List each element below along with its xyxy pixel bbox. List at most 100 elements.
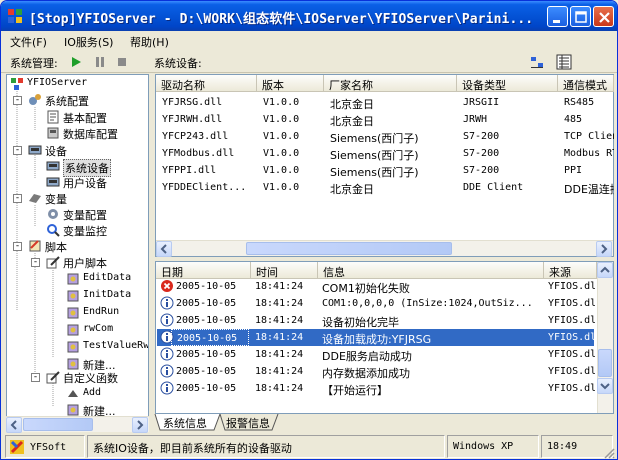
table-cell: Siemens(西门子) — [330, 149, 419, 162]
gear-icon — [29, 94, 41, 105]
log-info: 设备加载成功:YFJRSG — [322, 333, 432, 346]
bottom-tabs: 系统信息 报警信息 — [154, 414, 614, 431]
col-comm-mode[interactable]: 通信模式 — [558, 75, 614, 92]
maximize-button[interactable] — [570, 6, 591, 27]
log-date: 2005-10-05 — [176, 298, 237, 309]
chevron-left-icon — [10, 420, 17, 430]
col-vendor[interactable]: 厂家名称 — [324, 75, 457, 92]
table-cell: YFPPI.dll — [162, 165, 217, 176]
tree-toggle-device[interactable]: - — [13, 146, 22, 155]
table-cell: YFJRWH.dll — [162, 114, 223, 125]
status-os: Windows XP — [447, 435, 539, 458]
details-view-icon[interactable] — [556, 54, 572, 70]
document-icon — [47, 110, 59, 124]
status-app: YFSoft — [5, 435, 85, 458]
tree-hscroll-thumb[interactable] — [23, 418, 93, 431]
log-row[interactable]: 2005-10-05 18:41:24 设备初始化完毕 YFIOS.dll — [157, 312, 595, 329]
col-version[interactable]: 版本 — [257, 75, 324, 92]
scroll-right-button[interactable] — [596, 241, 612, 257]
menu-file[interactable]: 文件(F) — [10, 34, 47, 50]
menu-help[interactable]: 帮助(H) — [130, 34, 169, 50]
table-cell: Siemens(西门子) — [330, 132, 419, 145]
table-cell: YFCP243.dll — [162, 131, 229, 142]
driver-hscrollbar[interactable] — [156, 240, 613, 257]
database-icon — [47, 127, 59, 139]
log-row[interactable]: 2005-10-05 18:41:24 COM1:0,0,0,0 (InSize… — [157, 295, 595, 312]
table-cell: TCP Client — [564, 131, 614, 142]
table-cell: 北京金日 — [330, 115, 374, 128]
scroll-left-button[interactable] — [156, 241, 172, 257]
log-source: YFIOS.dll — [548, 349, 595, 360]
minimize-button[interactable] — [547, 6, 568, 27]
close-button[interactable] — [593, 6, 614, 27]
chevron-right-icon — [601, 244, 608, 254]
tree-hscrollbar[interactable] — [6, 416, 149, 433]
table-cell: S7-200 — [463, 131, 500, 142]
table-cell: DDE温连接 — [564, 183, 614, 196]
resize-grip-icon[interactable] — [603, 447, 615, 459]
table-cell: V1.0.0 — [263, 148, 300, 159]
table-cell: Modbus RTU — [564, 148, 614, 159]
tree-toggle-script[interactable]: - — [13, 242, 22, 251]
col-source[interactable]: 来源 — [544, 262, 597, 279]
table-cell: YFJRSG.dll — [162, 97, 223, 108]
log-time: 18:41:24 — [255, 349, 304, 360]
scroll-right-button[interactable] — [132, 417, 148, 433]
play-icon[interactable] — [70, 56, 82, 68]
log-row[interactable]: 2005-10-05 18:41:24 COM1初始化失败 YFIOS.dll — [157, 278, 595, 295]
navigation-tree[interactable]: YFIOServer - 系统配置 基本配置 数据库配置 - 设备 系统设备 用… — [6, 74, 149, 417]
variable-icon — [29, 194, 41, 203]
driver-list[interactable]: 驱动名称 版本 厂家名称 设备类型 通信模式 YFJRSG.dll V1.0.0… — [155, 74, 614, 257]
col-time[interactable]: 时间 — [251, 262, 318, 279]
log-info: DDE服务启动成功 — [322, 350, 412, 363]
pause-icon[interactable] — [94, 56, 106, 68]
col-info[interactable]: 信息 — [318, 262, 544, 279]
stop-icon[interactable] — [116, 56, 128, 68]
table-cell: Siemens(西门子) — [330, 166, 419, 179]
tab-alarm-info[interactable]: 报警信息 — [226, 415, 270, 431]
tree-toggle-user-script[interactable]: - — [31, 258, 40, 267]
log-date: 2005-10-05 — [171, 329, 249, 346]
scroll-up-button[interactable] — [597, 262, 613, 278]
table-cell: S7-200 — [463, 148, 500, 159]
system-device-label: 系统设备: — [154, 57, 202, 70]
log-time: 18:41:24 — [255, 281, 304, 292]
chevron-down-icon — [600, 383, 610, 390]
tab-system-info[interactable]: 系统信息 — [163, 415, 207, 431]
scroll-down-button[interactable] — [597, 378, 613, 394]
log-row[interactable]: 2005-10-05 18:41:24 DDE服务启动成功 YFIOS.dll — [157, 346, 595, 363]
driver-hscroll-thumb[interactable] — [246, 242, 452, 255]
device-icon — [46, 177, 60, 187]
log-row[interactable]: 2005-10-05 18:41:24 内存数据添加成功 YFIOS.dll — [157, 363, 595, 380]
col-driver-name[interactable]: 驱动名称 — [156, 75, 257, 92]
col-date[interactable]: 日期 — [156, 262, 251, 279]
monitor-icon — [47, 224, 60, 237]
tree-toggle-custom-function[interactable]: - — [31, 373, 40, 382]
maximize-icon — [575, 11, 587, 23]
log-info: COM1:0,0,0,0 (InSize:1024,OutSiz... — [322, 298, 533, 309]
table-cell: V1.0.0 — [263, 97, 300, 108]
menu-io-service[interactable]: IO服务(S) — [64, 34, 113, 50]
table-cell: S7-200 — [463, 165, 500, 176]
script-file-icon — [67, 273, 79, 285]
tree-toggle-system-config[interactable]: - — [13, 96, 22, 105]
log-vscroll-thumb[interactable] — [598, 349, 612, 377]
scroll-left-button[interactable] — [6, 417, 22, 433]
log-row-selected[interactable]: 2005-10-05 18:41:24 设备加载成功:YFJRSG YFIOS.… — [157, 329, 595, 346]
title-bar[interactable]: [Stop]YFIOServer - D:\WORK\组态软件\IOServer… — [1, 1, 617, 31]
status-message: 系统IO设备，即目前系统所有的设备驱动 — [87, 435, 445, 458]
log-vscrollbar[interactable] — [597, 262, 613, 413]
table-cell: RS485 — [564, 97, 595, 108]
log-source: YFIOS.dll — [548, 298, 595, 309]
log-time: 18:41:24 — [255, 383, 304, 394]
table-cell: 北京金日 — [330, 98, 374, 111]
log-row[interactable]: 2005-10-05 18:41:24 【开始运行】 YFIOS.dll — [157, 380, 595, 397]
minimize-icon — [553, 20, 560, 23]
small-icons-view-icon[interactable] — [529, 55, 545, 69]
log-date: 2005-10-05 — [176, 315, 237, 326]
col-device-type[interactable]: 设备类型 — [457, 75, 558, 92]
network-icon — [11, 78, 23, 90]
main-window: [Stop]YFIOServer - D:\WORK\组态软件\IOServer… — [0, 0, 618, 460]
log-time: 18:41:24 — [255, 332, 304, 343]
tree-toggle-variable[interactable]: - — [13, 194, 22, 203]
